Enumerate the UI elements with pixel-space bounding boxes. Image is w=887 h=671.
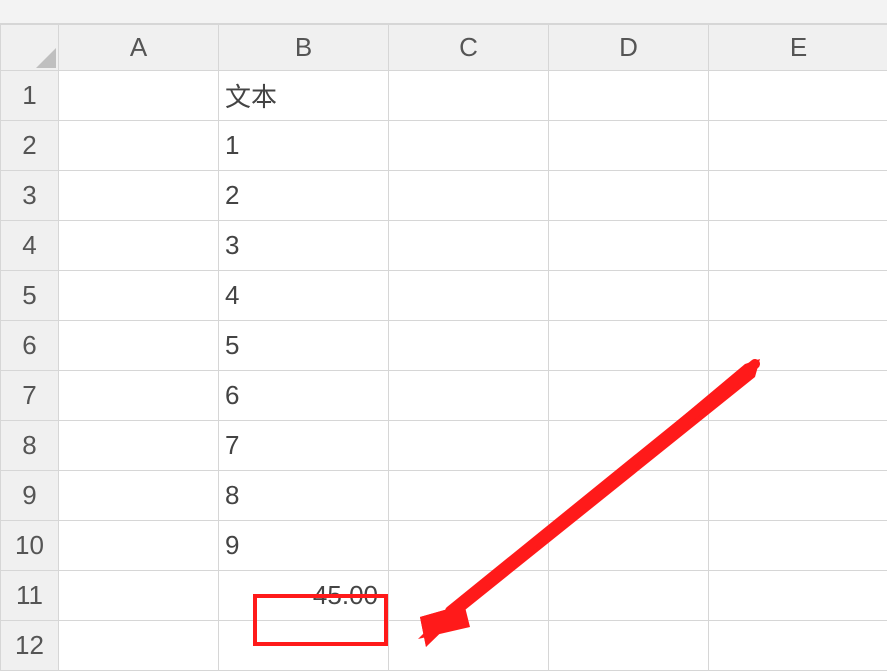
column-header-row: A B C D E bbox=[1, 25, 887, 71]
cell-A2[interactable] bbox=[59, 121, 219, 171]
cell-B2[interactable]: 1 bbox=[219, 121, 389, 171]
cell-E6[interactable] bbox=[709, 321, 887, 371]
cell-A12[interactable] bbox=[59, 621, 219, 671]
cell-C7[interactable] bbox=[389, 371, 549, 421]
cell-C5[interactable] bbox=[389, 271, 549, 321]
cell-D1[interactable] bbox=[549, 71, 709, 121]
row-header-8[interactable]: 8 bbox=[1, 421, 59, 471]
cell-D10[interactable] bbox=[549, 521, 709, 571]
cell-E2[interactable] bbox=[709, 121, 887, 171]
row-1: 1 文本 bbox=[1, 71, 887, 121]
cell-C6[interactable] bbox=[389, 321, 549, 371]
cell-C11[interactable] bbox=[389, 571, 549, 621]
row-8: 8 7 bbox=[1, 421, 887, 471]
cell-A5[interactable] bbox=[59, 271, 219, 321]
row-header-12[interactable]: 12 bbox=[1, 621, 59, 671]
cell-C10[interactable] bbox=[389, 521, 549, 571]
row-header-4[interactable]: 4 bbox=[1, 221, 59, 271]
row-header-2[interactable]: 2 bbox=[1, 121, 59, 171]
cell-A7[interactable] bbox=[59, 371, 219, 421]
cell-C2[interactable] bbox=[389, 121, 549, 171]
cell-A1[interactable] bbox=[59, 71, 219, 121]
spreadsheet[interactable]: A B C D E 1 文本 2 1 3 2 bbox=[0, 24, 887, 671]
col-header-B[interactable]: B bbox=[219, 25, 389, 71]
cell-B5[interactable]: 4 bbox=[219, 271, 389, 321]
cell-D12[interactable] bbox=[549, 621, 709, 671]
row-header-10[interactable]: 10 bbox=[1, 521, 59, 571]
cell-C9[interactable] bbox=[389, 471, 549, 521]
cell-B8[interactable]: 7 bbox=[219, 421, 389, 471]
select-all-corner[interactable] bbox=[1, 25, 59, 71]
col-header-C[interactable]: C bbox=[389, 25, 549, 71]
cell-E8[interactable] bbox=[709, 421, 887, 471]
cell-D11[interactable] bbox=[549, 571, 709, 621]
row-header-6[interactable]: 6 bbox=[1, 321, 59, 371]
cell-D2[interactable] bbox=[549, 121, 709, 171]
cell-B12[interactable] bbox=[219, 621, 389, 671]
cell-E4[interactable] bbox=[709, 221, 887, 271]
grid[interactable]: A B C D E 1 文本 2 1 3 2 bbox=[0, 24, 887, 671]
cell-D9[interactable] bbox=[549, 471, 709, 521]
cell-B4[interactable]: 3 bbox=[219, 221, 389, 271]
cell-C3[interactable] bbox=[389, 171, 549, 221]
cell-E7[interactable] bbox=[709, 371, 887, 421]
cell-D7[interactable] bbox=[549, 371, 709, 421]
grid-body: 1 文本 2 1 3 2 4 3 bbox=[1, 71, 887, 671]
row-10: 10 9 bbox=[1, 521, 887, 571]
cell-B3[interactable]: 2 bbox=[219, 171, 389, 221]
cell-D3[interactable] bbox=[549, 171, 709, 221]
cell-A8[interactable] bbox=[59, 421, 219, 471]
cell-C4[interactable] bbox=[389, 221, 549, 271]
cell-E12[interactable] bbox=[709, 621, 887, 671]
cell-C12[interactable] bbox=[389, 621, 549, 671]
cell-B9[interactable]: 8 bbox=[219, 471, 389, 521]
cell-D4[interactable] bbox=[549, 221, 709, 271]
cell-B7[interactable]: 6 bbox=[219, 371, 389, 421]
cell-A11[interactable] bbox=[59, 571, 219, 621]
select-all-icon bbox=[36, 48, 56, 68]
cell-E10[interactable] bbox=[709, 521, 887, 571]
row-header-1[interactable]: 1 bbox=[1, 71, 59, 121]
cell-B6[interactable]: 5 bbox=[219, 321, 389, 371]
row-7: 7 6 bbox=[1, 371, 887, 421]
cell-E1[interactable] bbox=[709, 71, 887, 121]
cell-E11[interactable] bbox=[709, 571, 887, 621]
row-header-7[interactable]: 7 bbox=[1, 371, 59, 421]
col-header-D[interactable]: D bbox=[549, 25, 709, 71]
cell-C1[interactable] bbox=[389, 71, 549, 121]
cell-A4[interactable] bbox=[59, 221, 219, 271]
cell-A6[interactable] bbox=[59, 321, 219, 371]
row-2: 2 1 bbox=[1, 121, 887, 171]
row-9: 9 8 bbox=[1, 471, 887, 521]
row-header-11[interactable]: 11 bbox=[1, 571, 59, 621]
row-11: 11 45.00 bbox=[1, 571, 887, 621]
row-header-9[interactable]: 9 bbox=[1, 471, 59, 521]
cell-E3[interactable] bbox=[709, 171, 887, 221]
cell-A3[interactable] bbox=[59, 171, 219, 221]
cell-E9[interactable] bbox=[709, 471, 887, 521]
cell-D5[interactable] bbox=[549, 271, 709, 321]
cell-B11[interactable]: 45.00 bbox=[219, 571, 389, 621]
cell-E5[interactable] bbox=[709, 271, 887, 321]
row-4: 4 3 bbox=[1, 221, 887, 271]
toolbar-strip bbox=[0, 0, 887, 24]
col-header-E[interactable]: E bbox=[709, 25, 887, 71]
cell-B10[interactable]: 9 bbox=[219, 521, 389, 571]
row-3: 3 2 bbox=[1, 171, 887, 221]
row-6: 6 5 bbox=[1, 321, 887, 371]
row-header-5[interactable]: 5 bbox=[1, 271, 59, 321]
cell-B1[interactable]: 文本 bbox=[219, 71, 389, 121]
row-header-3[interactable]: 3 bbox=[1, 171, 59, 221]
cell-A9[interactable] bbox=[59, 471, 219, 521]
cell-A10[interactable] bbox=[59, 521, 219, 571]
row-12: 12 bbox=[1, 621, 887, 671]
col-header-A[interactable]: A bbox=[59, 25, 219, 71]
cell-D6[interactable] bbox=[549, 321, 709, 371]
cell-C8[interactable] bbox=[389, 421, 549, 471]
row-5: 5 4 bbox=[1, 271, 887, 321]
cell-D8[interactable] bbox=[549, 421, 709, 471]
